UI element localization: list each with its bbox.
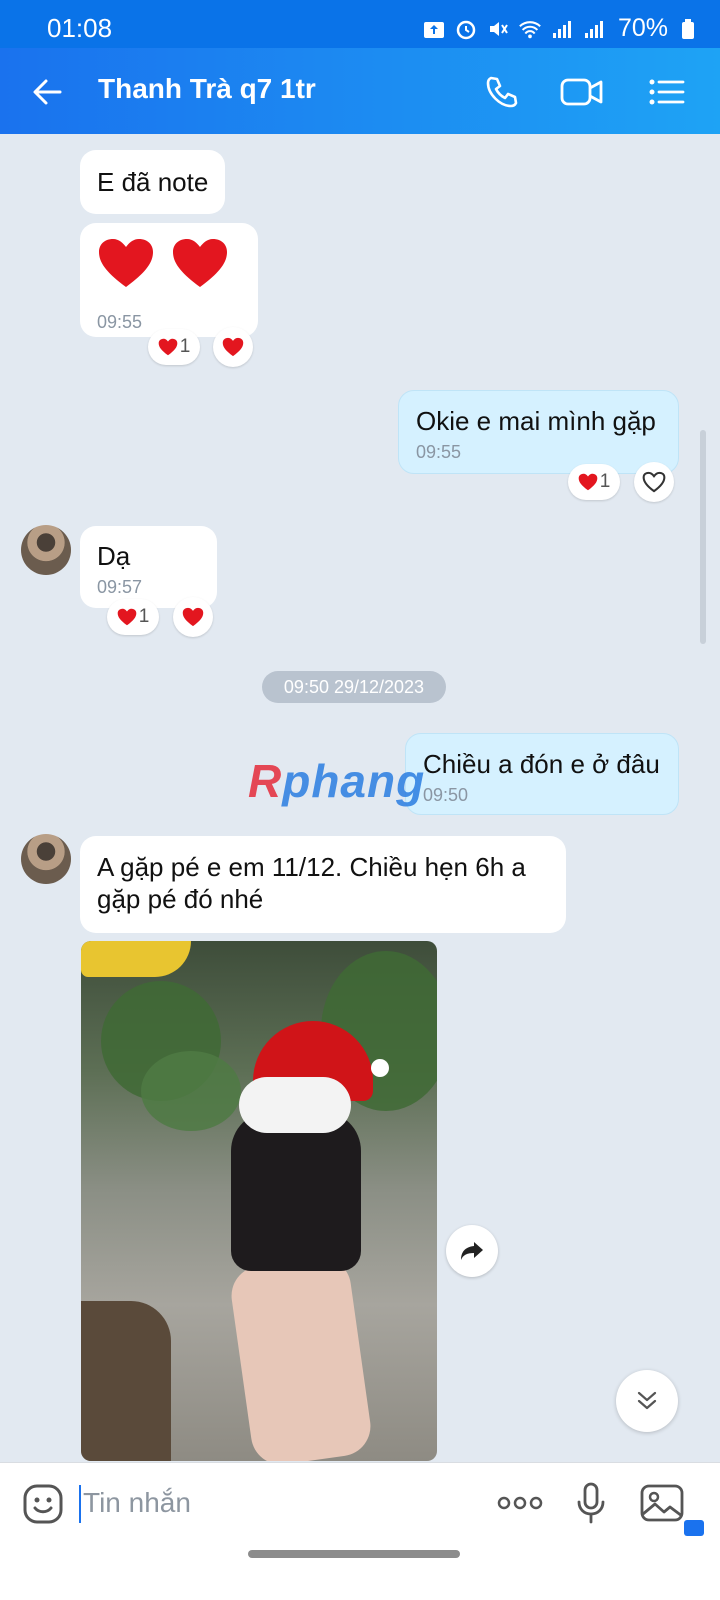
mute-icon (486, 18, 510, 40)
heart-icon (99, 239, 153, 287)
share-arrow-icon (461, 1242, 483, 1260)
composer-bar: Tin nhắn (0, 1462, 720, 1600)
chat-header: Thanh Trà q7 1tr (0, 48, 720, 134)
message-bubble-outgoing[interactable]: Chiều a đón e ở đâu 09:50 (405, 733, 679, 815)
status-icons: 70% (422, 14, 700, 43)
heart-outline-icon (642, 471, 666, 493)
reaction-summary[interactable]: 1 (148, 329, 200, 365)
back-button[interactable] (26, 70, 70, 114)
alarm-icon (454, 18, 478, 40)
phone-icon (486, 76, 518, 108)
reaction-summary[interactable]: 1 (568, 464, 620, 500)
scroll-to-bottom-button[interactable] (616, 1370, 678, 1432)
wifi-icon (518, 18, 542, 40)
contact-name[interactable]: Thanh Trà q7 1tr (98, 73, 316, 105)
forward-button[interactable] (446, 1225, 498, 1277)
message-bubble-incoming[interactable]: A gặp pé e em 11/12. Chiều hẹn 6h a gặp … (80, 836, 566, 933)
message-text: Okie e mai mình gặp (416, 406, 656, 436)
photo-message[interactable] (81, 941, 437, 1461)
message-time: 09:50 (423, 785, 469, 805)
image-picker-button[interactable] (638, 1479, 686, 1527)
status-time: 01:08 (47, 13, 113, 43)
message-time: 09:55 (416, 442, 462, 462)
hearts-emoji (97, 237, 241, 289)
heart-icon (173, 239, 227, 287)
signal-icon (550, 18, 574, 40)
heart-icon (182, 607, 204, 627)
message-time: 09:57 (97, 577, 143, 597)
upload-icon (422, 18, 446, 40)
video-call-button[interactable] (558, 68, 606, 116)
voice-message-button[interactable] (567, 1479, 615, 1527)
signal-icon-2 (582, 18, 606, 40)
message-bubble-outgoing[interactable]: Okie e mai mình gặp 09:55 (398, 390, 679, 474)
message-text: Dạ (97, 541, 131, 571)
reaction-count: 1 (179, 336, 191, 357)
heart-icon (578, 473, 598, 491)
heart-icon (158, 338, 178, 356)
text-cursor (79, 1485, 81, 1523)
more-options-button[interactable] (496, 1479, 544, 1527)
emoji-button[interactable] (22, 1483, 64, 1525)
message-bubble-incoming[interactable]: Dạ 09:57 (80, 526, 217, 608)
microphone-icon (577, 1482, 605, 1524)
heart-icon (222, 337, 244, 357)
arrow-left-icon (33, 79, 62, 105)
message-bubble-incoming[interactable]: E đã note (80, 150, 226, 214)
battery-percent: 70% (617, 14, 668, 42)
watermark-logo: Rphang (248, 755, 426, 807)
reaction-summary[interactable]: 1 (107, 599, 159, 635)
reaction-count: 1 (138, 606, 150, 627)
contact-avatar[interactable] (21, 525, 71, 575)
scrollbar[interactable] (700, 430, 706, 644)
message-input[interactable]: Tin nhắn (83, 1487, 191, 1519)
video-camera-icon (560, 78, 603, 106)
reaction-count: 1 (599, 471, 611, 492)
message-bubble-incoming[interactable]: 09:55 (80, 223, 258, 337)
more-dots-icon (497, 1496, 543, 1510)
battery-icon (676, 18, 700, 40)
react-button[interactable] (213, 327, 253, 367)
message-time: 09:55 (97, 312, 143, 332)
menu-button[interactable] (642, 68, 690, 116)
contact-avatar[interactable] (21, 834, 71, 884)
double-chevron-down-icon (637, 1391, 657, 1410)
date-separator: 09:50 29/12/2023 (262, 671, 446, 703)
message-text: Chiều a đón e ở đâu (423, 749, 660, 779)
react-button[interactable] (173, 597, 213, 637)
react-button[interactable] (634, 462, 674, 502)
image-icon (640, 1484, 684, 1522)
message-text: E đã note (97, 167, 209, 197)
list-menu-icon (649, 79, 685, 105)
message-text: A gặp pé e em 11/12. Chiều hẹn 6h a gặp … (97, 852, 526, 914)
heart-icon (117, 608, 137, 626)
badge-icon (684, 1520, 704, 1536)
voice-call-button[interactable] (478, 68, 526, 116)
gesture-nav-bar[interactable] (248, 1550, 460, 1558)
sticker-icon (23, 1484, 63, 1524)
